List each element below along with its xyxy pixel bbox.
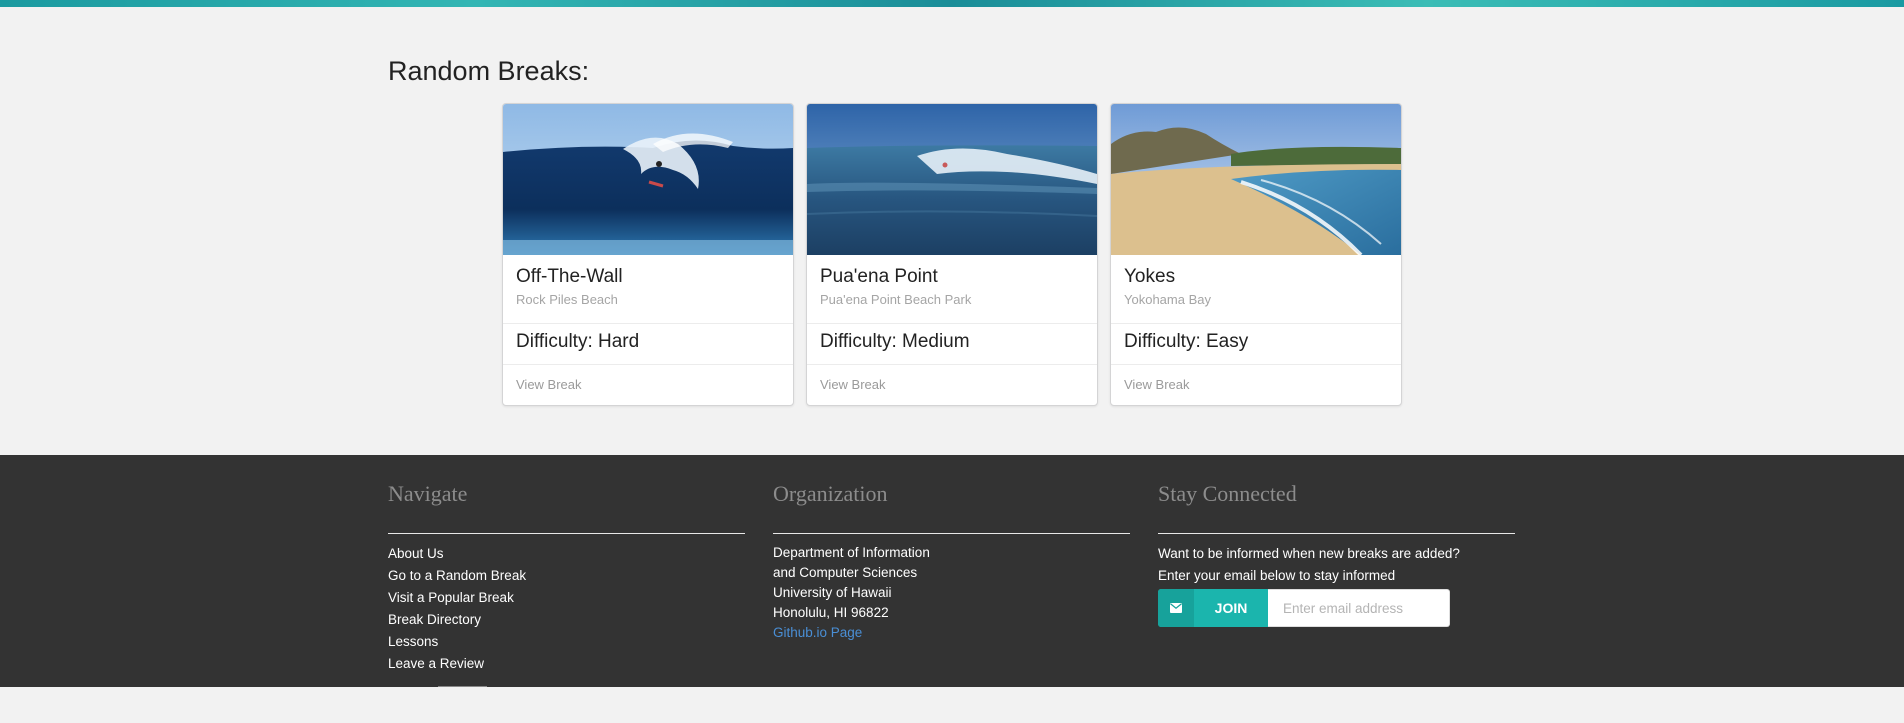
footer-link-about-us[interactable]: About Us [388, 543, 745, 565]
top-banner-image [0, 0, 1904, 7]
card-divider [1111, 323, 1401, 324]
card-difficulty: Difficulty: Medium [820, 331, 970, 352]
card-subtitle: Yokohama Bay [1124, 292, 1211, 307]
break-cards: Off-The-Wall Rock Piles Beach Difficulty… [502, 103, 1402, 406]
newsletter-text: Enter your email below to stay informed [1158, 568, 1396, 583]
footer-divider [773, 533, 1130, 534]
break-photo-wave-surfer [807, 104, 1097, 255]
card-divider [1111, 364, 1401, 365]
footer-link-leave-review[interactable]: Leave a Review [388, 653, 745, 675]
card-title: Pua'ena Point [820, 266, 938, 287]
envelope-icon [1158, 589, 1194, 627]
section-title: Random Breaks: [388, 56, 590, 86]
card-subtitle: Rock Piles Beach [516, 292, 618, 307]
view-break-link[interactable]: View Break [1124, 377, 1190, 392]
card-difficulty: Difficulty: Easy [1124, 331, 1249, 352]
card-divider [807, 323, 1097, 324]
footer-link-popular-break[interactable]: Visit a Popular Break [388, 587, 745, 609]
card-divider [807, 364, 1097, 365]
org-address-line: and Computer Sciences [773, 565, 918, 580]
footer-divider [1158, 533, 1515, 534]
break-card-off-the-wall[interactable]: Off-The-Wall Rock Piles Beach Difficulty… [502, 103, 794, 406]
break-photo-barrel-wave [503, 104, 793, 255]
join-button-label: JOIN [1214, 600, 1248, 616]
card-subtitle: Pua'ena Point Beach Park [820, 292, 972, 307]
newsletter-text: Want to be informed when new breaks are … [1158, 546, 1460, 561]
view-break-link[interactable]: View Break [820, 377, 886, 392]
org-address-line: University of Hawaii [773, 585, 892, 600]
card-title: Yokes [1124, 266, 1176, 287]
footer-heading-stay-connected: Stay Connected [1158, 481, 1297, 506]
footer-link-lessons[interactable]: Lessons [388, 631, 745, 653]
card-divider [503, 323, 793, 324]
card-divider [503, 364, 793, 365]
view-break-link[interactable]: View Break [516, 377, 582, 392]
break-card-puaena-point[interactable]: Pua'ena Point Pua'ena Point Beach Park D… [806, 103, 1098, 406]
break-card-yokes[interactable]: Yokes Yokohama Bay Difficulty: Easy View… [1110, 103, 1402, 406]
card-title: Off-The-Wall [516, 266, 623, 287]
newsletter-form: JOIN [1158, 589, 1450, 627]
site-footer: Navigate About Us Go to a Random Break V… [0, 455, 1904, 687]
email-input[interactable] [1268, 589, 1450, 627]
github-page-link[interactable]: Github.io Page [773, 623, 1130, 643]
org-address-line: Department of Information [773, 545, 930, 560]
card-difficulty: Difficulty: Hard [516, 331, 640, 352]
footer-link-random-break[interactable]: Go to a Random Break [388, 565, 745, 587]
break-photo-beach-cliffs [1111, 104, 1401, 255]
join-button[interactable]: JOIN [1158, 589, 1268, 627]
footer-heading-navigate: Navigate [388, 481, 468, 506]
footer-link-break-directory[interactable]: Break Directory [388, 609, 745, 631]
footer-heading-organization: Organization [773, 481, 888, 506]
footer-divider [388, 533, 745, 534]
org-address-line: Honolulu, HI 96822 [773, 605, 889, 620]
